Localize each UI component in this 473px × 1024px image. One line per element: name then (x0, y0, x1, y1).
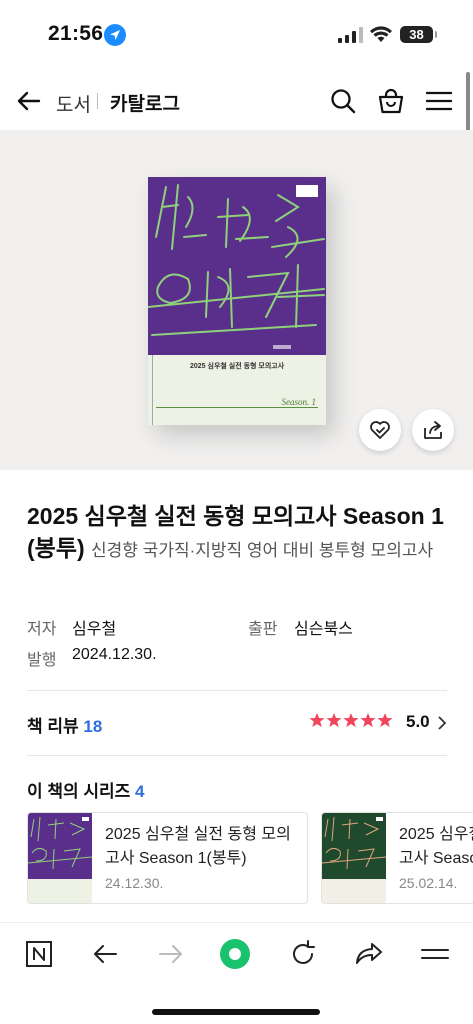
star-icon (309, 713, 325, 727)
divider (27, 755, 447, 756)
review-count: 18 (83, 717, 103, 736)
book-cover-image[interactable]: 2025 심우철 실전 동형 모의고사 Season. 1 (148, 177, 326, 425)
cover-author-mark (273, 345, 291, 349)
star-icon (377, 713, 393, 727)
series-cover-thumbnail (322, 813, 386, 903)
series-section-label: 이 책의 시리즈 4 (27, 777, 145, 802)
author-label: 저자 (27, 621, 57, 638)
share-icon (424, 421, 442, 439)
share-button[interactable] (412, 409, 454, 451)
star-icon (343, 713, 359, 727)
forward-arrow-icon[interactable] (154, 937, 188, 971)
publisher-label: 출판 (248, 621, 278, 638)
green-dot-icon[interactable] (218, 937, 252, 971)
book-cover-top (148, 177, 326, 355)
book-subtitle: 신경향 국가직·지방직 영어 대비 봉투형 모의고사 (91, 541, 434, 560)
cover-handwriting-art (148, 184, 325, 336)
book-cover-bottom: 2025 심우철 실전 동형 모의고사 Season. 1 (148, 355, 326, 425)
cover-badge (296, 185, 318, 197)
back-arrow-icon[interactable] (88, 937, 122, 971)
scrollbar[interactable] (466, 72, 470, 132)
browser-toolbar (0, 922, 473, 1024)
cover-title-text: 2025 심우철 실전 동형 모의고사 (190, 363, 285, 370)
author-value[interactable]: 심우철 (72, 615, 116, 639)
series-card-title: 2025 심우철 실전 동형 모의고사 Season 1(봉투) (105, 826, 291, 867)
book-title: 2025 심우철 실전 동형 모의고사 Season 1(봉투) 신경향 국가직… (27, 500, 447, 567)
location-icon (104, 24, 126, 46)
series-cover-thumbnail (28, 813, 92, 903)
book-hero-image-area: 2025 심우철 실전 동형 모의고사 Season. 1 (0, 130, 473, 470)
wishlist-button[interactable] (359, 409, 401, 451)
top-nav-bar: 도서 카탈로그 (0, 72, 473, 130)
series-card[interactable]: 2025 심우철 실전 동형 모의고사 Season 1(봉투) 24.12.3… (27, 812, 308, 904)
cover-season-text: Season. 1 (281, 397, 317, 407)
status-time: 21:56 (48, 22, 104, 45)
series-card[interactable]: 2025 심우철 실전 동형 모의고사 Season 2(봉투) 25.02.1… (321, 812, 473, 904)
battery-indicator: 38 (400, 26, 437, 43)
naver-home-icon[interactable] (22, 937, 56, 971)
publisher-value[interactable]: 심슨북스 (294, 615, 353, 639)
breadcrumb-page[interactable]: 카탈로그 (110, 89, 180, 116)
search-icon[interactable] (328, 86, 358, 116)
breadcrumb-category[interactable]: 도서 (56, 90, 91, 117)
cellular-signal-icon (338, 27, 363, 43)
cover-rule (156, 407, 318, 408)
share-arrow-icon[interactable] (352, 937, 386, 971)
chevron-right-icon[interactable] (437, 716, 447, 730)
star-icon (360, 713, 376, 727)
review-label-text: 책 리뷰 (27, 717, 79, 736)
breadcrumb-divider (97, 93, 98, 109)
heart-check-icon (370, 421, 390, 439)
refresh-icon[interactable] (286, 937, 320, 971)
star-icon (326, 713, 342, 727)
series-count: 4 (135, 782, 145, 801)
series-label-text: 이 책의 시리즈 (27, 782, 131, 801)
menu-icon[interactable] (424, 86, 454, 116)
book-spine-edge (152, 355, 154, 425)
publish-date-value: 2024.12.30. (72, 646, 157, 663)
rating-stars (309, 712, 393, 728)
review-section-label[interactable]: 책 리뷰 18 (27, 712, 102, 737)
back-arrow-icon[interactable] (14, 86, 44, 116)
series-card-title: 2025 심우철 실전 동형 모의고사 Season 2(봉투) (399, 826, 473, 867)
series-card-date: 25.02.14. (399, 875, 458, 891)
status-bar: 21:56 38 (0, 0, 473, 70)
series-card-date: 24.12.30. (105, 875, 164, 891)
home-indicator[interactable] (152, 1009, 320, 1015)
menu-icon[interactable] (418, 937, 452, 971)
wifi-icon (370, 26, 392, 42)
divider (27, 690, 447, 691)
shopping-bag-icon[interactable] (376, 86, 406, 116)
publish-date-label: 발행 (27, 652, 57, 669)
rating-value: 5.0 (406, 712, 430, 731)
